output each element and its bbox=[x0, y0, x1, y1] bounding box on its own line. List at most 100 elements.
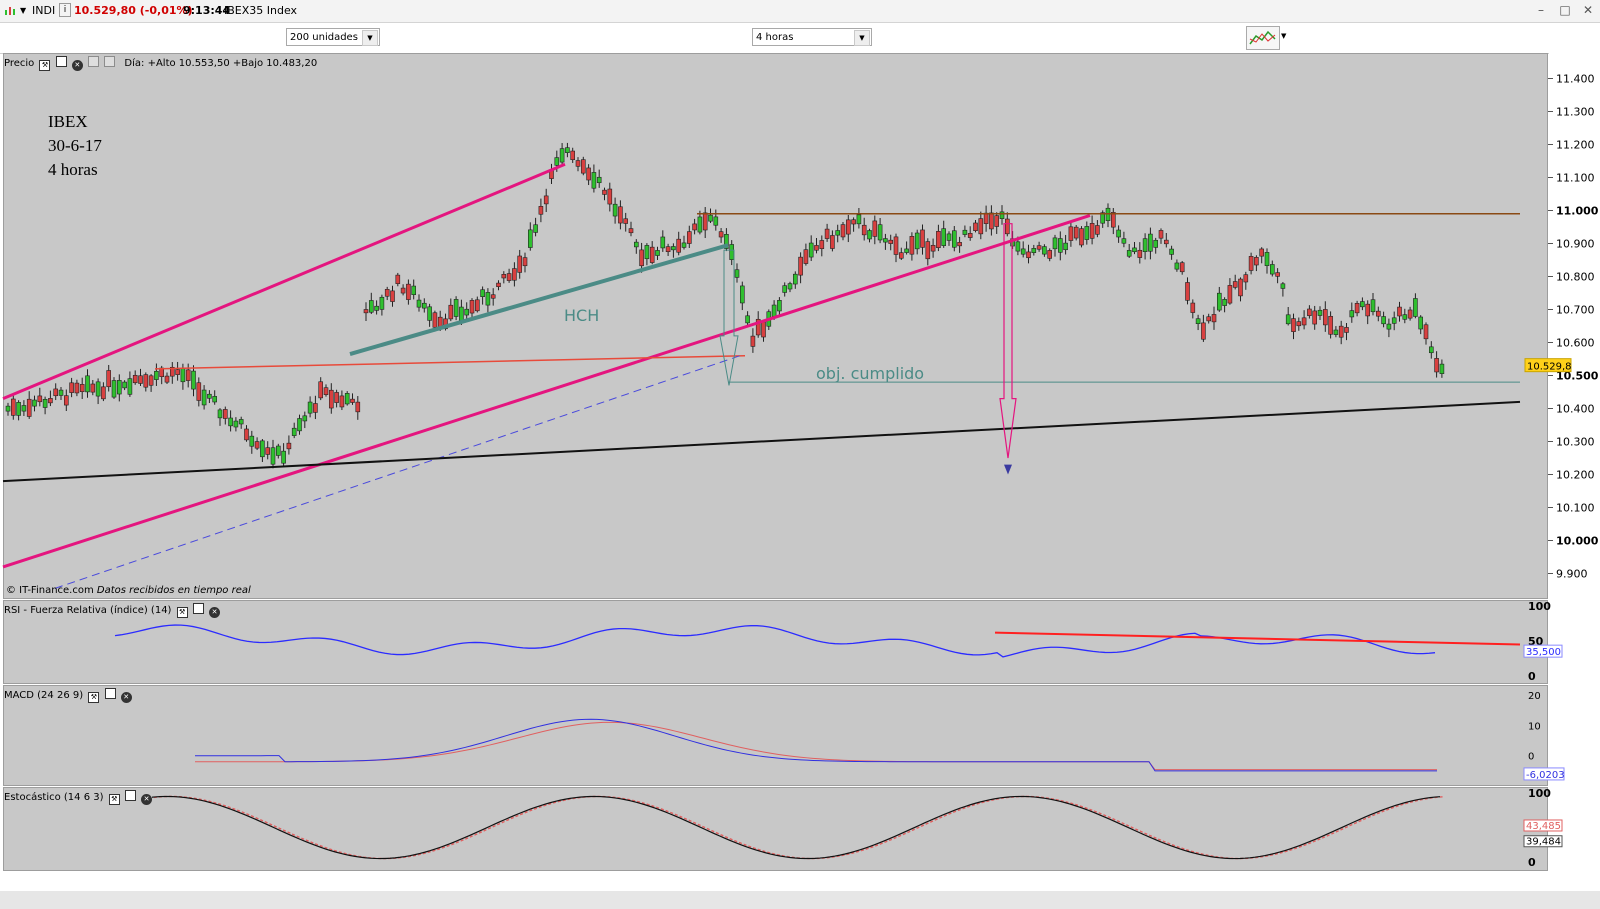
wrench-icon[interactable]: ⚒ bbox=[88, 692, 100, 703]
wrench-icon[interactable]: ⚒ bbox=[108, 794, 120, 805]
candle bbox=[1370, 299, 1376, 313]
candle bbox=[639, 249, 644, 267]
candle bbox=[281, 450, 286, 464]
candle bbox=[1042, 246, 1047, 255]
candle bbox=[297, 418, 302, 432]
candle bbox=[1217, 292, 1222, 311]
candle bbox=[1169, 248, 1174, 255]
candle bbox=[771, 304, 777, 317]
macd-value-text: -6,0203 bbox=[1526, 770, 1565, 781]
candle bbox=[702, 212, 708, 231]
window-icon[interactable] bbox=[124, 790, 136, 801]
copy-icon[interactable] bbox=[88, 56, 100, 67]
candle bbox=[265, 447, 271, 455]
macd-pane-label: MACD (24 26 9) bbox=[4, 690, 84, 701]
candle bbox=[898, 252, 904, 259]
credit-text: © IT-Finance.com bbox=[6, 585, 94, 596]
candle bbox=[745, 315, 750, 324]
wrench-icon[interactable]: ⚒ bbox=[39, 60, 51, 71]
lower-channel-line bbox=[2, 214, 1091, 569]
price-axis-label: 10.300 bbox=[1556, 436, 1595, 449]
paste-icon[interactable] bbox=[104, 56, 116, 67]
candle bbox=[74, 382, 80, 394]
candle bbox=[1323, 309, 1328, 326]
window-icon[interactable] bbox=[104, 688, 116, 699]
candle bbox=[692, 223, 697, 231]
candle bbox=[111, 380, 117, 398]
candle bbox=[122, 381, 127, 389]
candle bbox=[1206, 316, 1211, 322]
candle bbox=[101, 386, 106, 400]
candle bbox=[527, 229, 533, 248]
candle bbox=[212, 396, 217, 403]
candle bbox=[175, 369, 180, 375]
candle bbox=[777, 300, 782, 312]
close-pane-icon[interactable]: ✕ bbox=[71, 60, 83, 71]
candle bbox=[201, 389, 207, 406]
stochastic-axis-label: 0 bbox=[1528, 856, 1536, 869]
candle bbox=[244, 428, 249, 441]
candle bbox=[480, 289, 485, 297]
annotation-date: 30-6-17 bbox=[48, 136, 102, 155]
rsi-line bbox=[114, 624, 1436, 658]
price-axis-label: 9.900 bbox=[1556, 568, 1588, 581]
candle bbox=[914, 232, 920, 250]
candle bbox=[1020, 248, 1026, 255]
candle bbox=[803, 249, 809, 264]
wrench-icon[interactable]: ⚒ bbox=[176, 607, 188, 618]
candle bbox=[1026, 251, 1031, 259]
window-icon[interactable] bbox=[192, 603, 204, 614]
candle bbox=[734, 269, 740, 278]
target-label: obj. cumplido bbox=[816, 364, 925, 383]
price-axis-label: 11.200 bbox=[1556, 139, 1595, 152]
candle bbox=[999, 211, 1005, 219]
stochastic-d-line bbox=[148, 795, 1445, 860]
arrow-head bbox=[1004, 464, 1012, 475]
candle bbox=[1185, 282, 1190, 301]
candle bbox=[904, 248, 909, 253]
candle bbox=[453, 299, 459, 317]
rsi-axis-label: 100 bbox=[1528, 600, 1551, 613]
candle bbox=[1238, 278, 1243, 297]
price-axis-label: 10.000 bbox=[1556, 535, 1599, 548]
candle bbox=[1423, 324, 1429, 340]
candle bbox=[649, 246, 655, 263]
chart-annotation: IBEX 30-6-17 4 horas bbox=[48, 110, 102, 182]
close-pane-icon[interactable]: ✕ bbox=[209, 607, 221, 618]
candle bbox=[1391, 317, 1397, 324]
candle bbox=[1376, 310, 1381, 317]
rsi-pane-header: RSI - Fuerza Relativa (índice) (14) ⚒ ✕ bbox=[4, 603, 221, 618]
candle bbox=[48, 398, 53, 404]
candle bbox=[490, 294, 496, 299]
candle bbox=[254, 441, 260, 449]
candle bbox=[11, 398, 16, 416]
window-icon[interactable] bbox=[55, 56, 67, 67]
close-pane-icon[interactable]: ✕ bbox=[120, 692, 132, 703]
candle bbox=[1111, 212, 1116, 228]
candle bbox=[339, 395, 345, 408]
candle bbox=[1232, 281, 1238, 288]
candle bbox=[350, 398, 355, 403]
date-axis bbox=[0, 871, 1600, 891]
candle bbox=[591, 172, 597, 189]
candle bbox=[1015, 241, 1021, 252]
candle bbox=[596, 176, 602, 184]
day-high-low-text: Día: +Alto 10.553,50 +Bajo 10.483,20 bbox=[124, 58, 318, 69]
candle bbox=[1317, 309, 1323, 316]
scroll-strip[interactable] bbox=[0, 891, 1600, 909]
candle bbox=[1243, 274, 1249, 283]
candle bbox=[851, 219, 856, 225]
candle bbox=[655, 250, 660, 256]
candle bbox=[856, 214, 862, 225]
price-axis-label: 11.300 bbox=[1556, 106, 1595, 119]
candle bbox=[154, 370, 159, 380]
candle bbox=[323, 387, 329, 395]
candle bbox=[275, 445, 281, 456]
candle bbox=[127, 378, 133, 395]
candle bbox=[448, 304, 454, 320]
macd-signal-line bbox=[194, 721, 1437, 771]
candle bbox=[164, 375, 170, 383]
close-pane-icon[interactable]: ✕ bbox=[141, 794, 153, 805]
candle bbox=[53, 388, 59, 397]
stochastic-d-text: 43,485 bbox=[1526, 821, 1561, 832]
